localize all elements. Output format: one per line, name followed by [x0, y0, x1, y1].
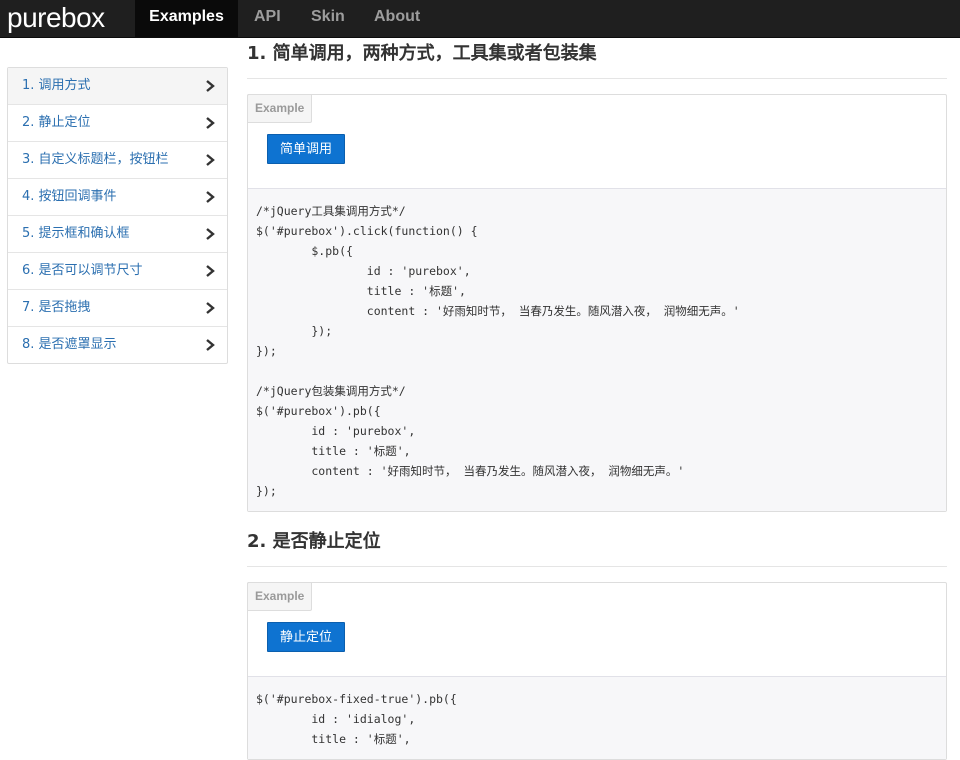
example-panel: Example 简单调用 /*jQuery工具集调用方式*/ $('#pureb… — [247, 94, 947, 512]
main-content: 1. 简单调用，两种方式，工具集或者包装集 Example 简单调用 /*jQu… — [247, 38, 947, 760]
simple-invoke-button[interactable]: 简单调用 — [267, 134, 346, 164]
code-block: /*jQuery工具集调用方式*/ $('#purebox').click(fu… — [248, 188, 946, 511]
sidebar-item-fixed[interactable]: 2. 静止定位 — [8, 104, 227, 141]
example-demo-area: Example 静止定位 — [247, 582, 946, 676]
chevron-right-icon — [205, 142, 217, 178]
sidebar-nav: 1. 调用方式 2. 静止定位 3. 自定义标题栏，按钮栏 4. 按钮回调事件 … — [7, 67, 228, 364]
nav-about[interactable]: About — [374, 0, 420, 37]
sidebar-item-custom-bars[interactable]: 3. 自定义标题栏，按钮栏 — [8, 141, 227, 178]
sidebar-item-label: 5. 提示框和确认框 — [22, 226, 130, 241]
chevron-right-icon — [205, 253, 217, 289]
sidebar-item-label: 6. 是否可以调节尺寸 — [22, 263, 143, 278]
example-tag: Example — [247, 582, 313, 611]
section-title: 1. 简单调用，两种方式，工具集或者包装集 — [247, 38, 947, 79]
example-tag: Example — [247, 94, 313, 123]
sidebar-item-label: 8. 是否遮罩显示 — [22, 337, 117, 352]
nav-skin[interactable]: Skin — [311, 0, 345, 37]
chevron-right-icon — [205, 216, 217, 252]
fixed-position-button[interactable]: 静止定位 — [267, 622, 346, 652]
sidebar-item-callbacks[interactable]: 4. 按钮回调事件 — [8, 178, 227, 215]
sidebar-item-label: 7. 是否拖拽 — [22, 300, 91, 315]
sidebar-item-label: 2. 静止定位 — [22, 115, 91, 130]
chevron-right-icon — [205, 327, 217, 363]
sidebar-item-invoke[interactable]: 1. 调用方式 — [8, 68, 227, 104]
chevron-right-icon — [205, 290, 217, 326]
code-block: $('#purebox-fixed-true').pb({ id : 'idia… — [248, 676, 946, 759]
section-title: 2. 是否静止定位 — [247, 526, 947, 567]
sidebar-item-label: 4. 按钮回调事件 — [22, 189, 117, 204]
nav-api[interactable]: API — [254, 0, 281, 37]
brand-logo[interactable]: purebox — [7, 0, 105, 37]
sidebar-item-alert-confirm[interactable]: 5. 提示框和确认框 — [8, 215, 227, 252]
sidebar-item-mask[interactable]: 8. 是否遮罩显示 — [8, 326, 227, 363]
chevron-right-icon — [205, 105, 217, 141]
sidebar-item-label: 1. 调用方式 — [22, 78, 91, 93]
nav-examples[interactable]: Examples — [135, 0, 238, 37]
sidebar-item-draggable[interactable]: 7. 是否拖拽 — [8, 289, 227, 326]
top-navbar: purebox Examples API Skin About — [0, 0, 960, 38]
example-demo-area: Example 简单调用 — [247, 94, 946, 188]
example-panel: Example 静止定位 $('#purebox-fixed-true').pb… — [247, 582, 947, 760]
chevron-right-icon — [205, 179, 217, 215]
sidebar-item-label: 3. 自定义标题栏，按钮栏 — [22, 152, 169, 167]
sidebar-item-resizable[interactable]: 6. 是否可以调节尺寸 — [8, 252, 227, 289]
chevron-right-icon — [205, 68, 217, 104]
